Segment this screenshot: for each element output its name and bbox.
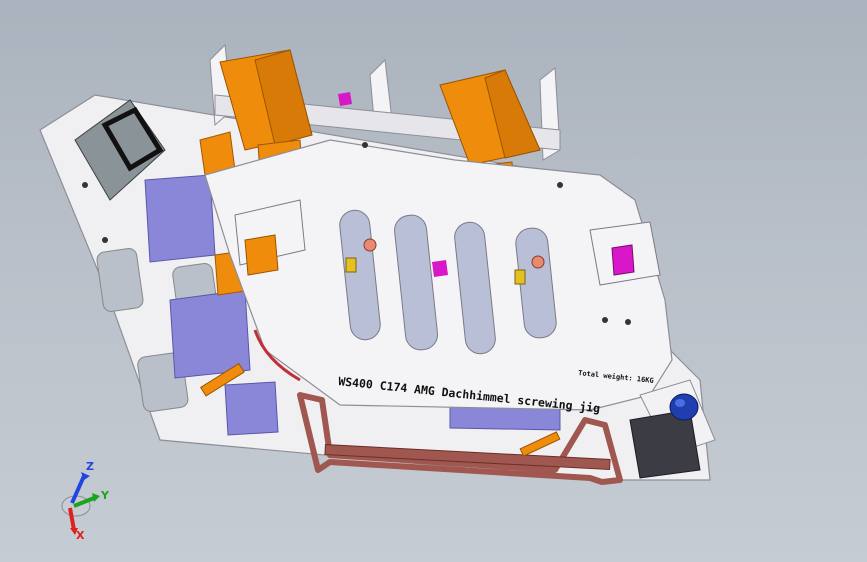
magenta-part bbox=[611, 244, 635, 276]
mount-hole bbox=[362, 142, 368, 148]
control-knob-highlight bbox=[675, 399, 685, 407]
control-knob[interactable] bbox=[669, 393, 699, 421]
y-axis-head bbox=[92, 493, 100, 502]
yellow-sensor bbox=[345, 257, 357, 273]
mount-hole bbox=[602, 317, 608, 323]
z-axis-label: Z bbox=[86, 460, 94, 473]
mount-hole bbox=[102, 237, 108, 243]
side-clamp-left-pad bbox=[244, 234, 279, 276]
support-block bbox=[224, 381, 279, 436]
x-axis-label: X bbox=[76, 529, 85, 540]
orientation-triad[interactable]: Z Y X bbox=[48, 458, 118, 540]
magenta-marker bbox=[432, 260, 448, 277]
mount-hole bbox=[82, 182, 88, 188]
locating-pin bbox=[531, 255, 545, 269]
mount-hole bbox=[557, 182, 563, 188]
cad-viewport[interactable]: WS400 C174 AMG Dachhimmel screwing jig T… bbox=[0, 0, 867, 562]
yellow-sensor bbox=[514, 269, 526, 285]
support-block bbox=[144, 174, 216, 263]
mount-hole bbox=[625, 319, 631, 325]
base-cutout bbox=[96, 248, 144, 312]
button-housing-base bbox=[629, 409, 701, 479]
magenta-marker bbox=[338, 92, 352, 106]
cad-model-view[interactable]: WS400 C174 AMG Dachhimmel screwing jig T… bbox=[0, 0, 867, 562]
locating-pin bbox=[363, 238, 377, 252]
y-axis-label: Y bbox=[100, 489, 110, 502]
